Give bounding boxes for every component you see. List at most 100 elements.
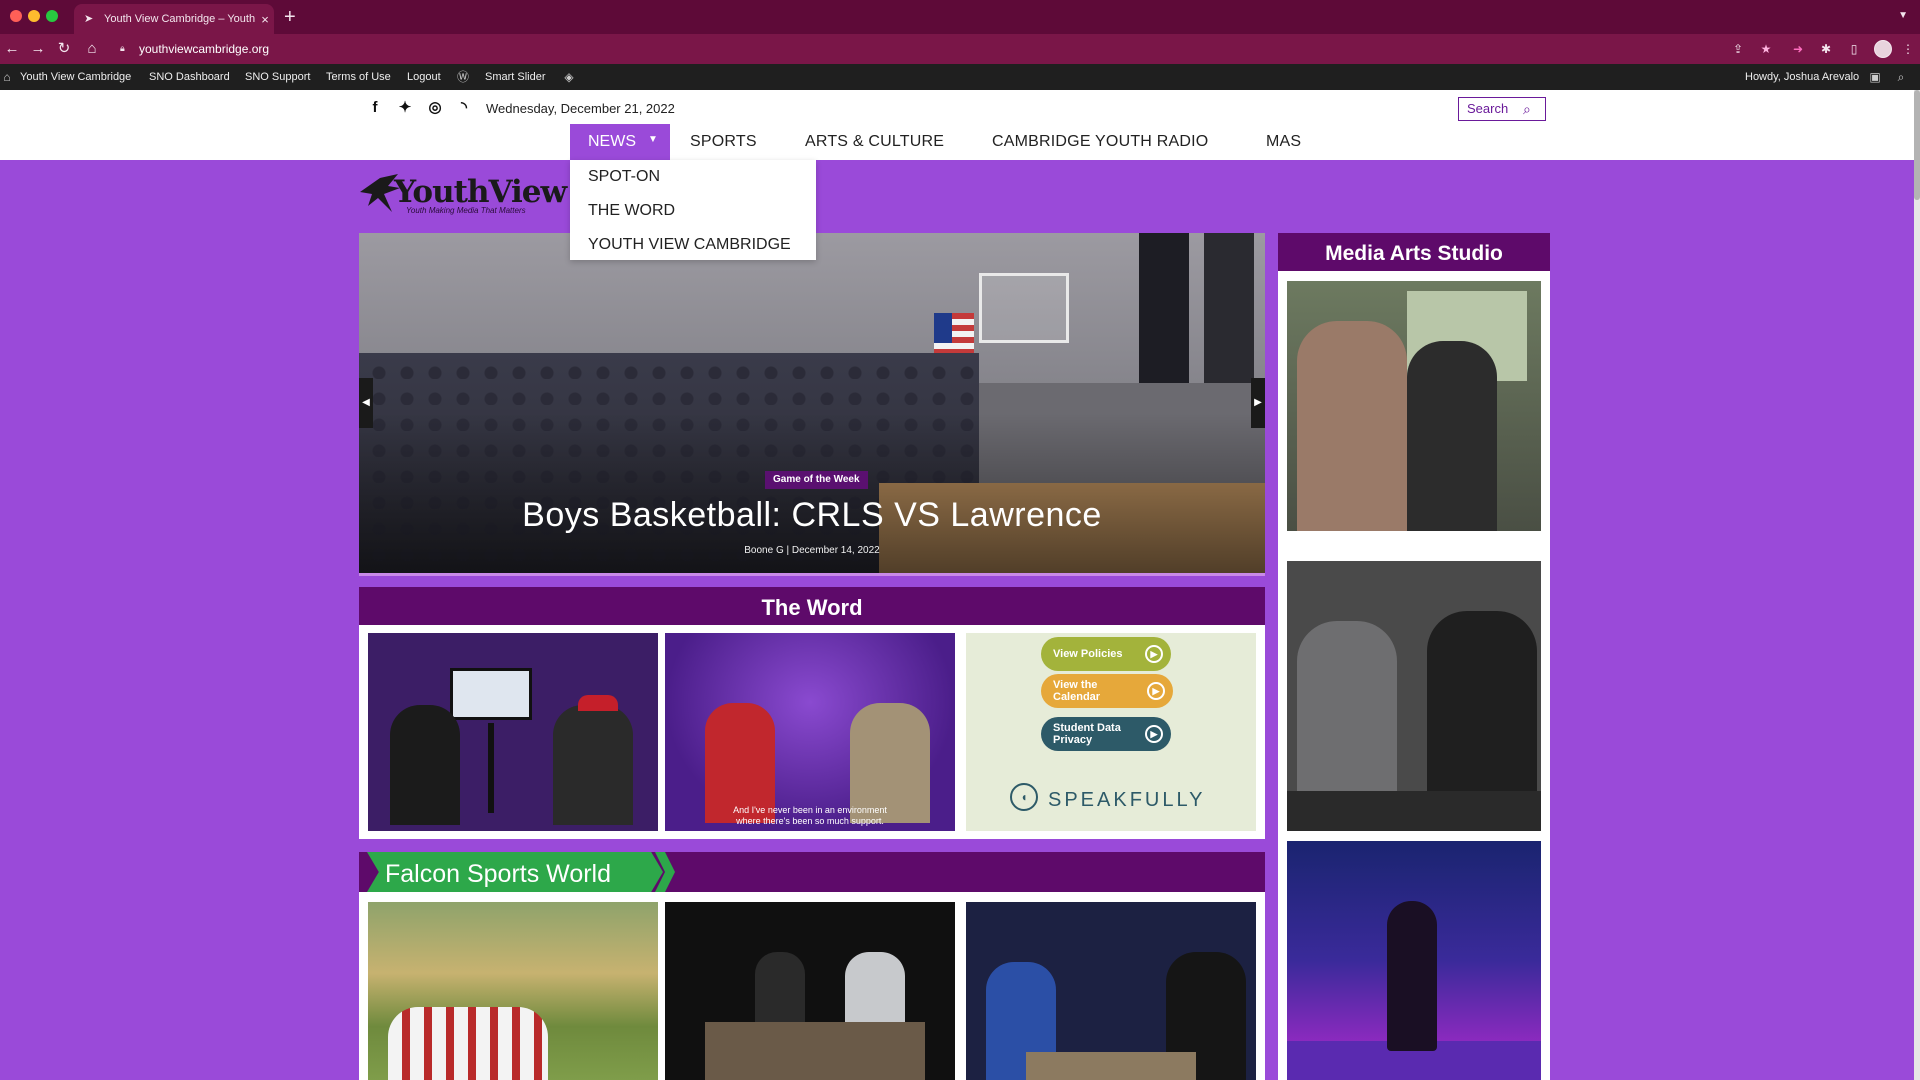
slider-next-icon[interactable]: ▶ bbox=[1251, 378, 1265, 428]
search-icon[interactable]: ⌕ bbox=[1523, 101, 1539, 117]
admin-smart-slider-link[interactable]: Smart Slider bbox=[485, 71, 546, 83]
admin-sno-support-link[interactable]: SNO Support bbox=[245, 71, 310, 83]
student-data-privacy-label: Student Data Privacy bbox=[1053, 722, 1121, 746]
site-logo[interactable]: YouthView Youth Making Media That Matter… bbox=[358, 172, 568, 220]
nav-mas[interactable]: MAS bbox=[1266, 133, 1301, 151]
hero-image-backboard bbox=[979, 273, 1069, 343]
search-box[interactable]: Search ⌕ bbox=[1458, 97, 1546, 121]
speakfully-logo-icon: ◖ bbox=[1010, 783, 1038, 811]
caption-line: where there's been so much support. bbox=[736, 816, 884, 826]
home-icon[interactable]: ⌂ bbox=[0, 70, 14, 84]
wp-admin-bar: ⌂ Youth View Cambridge SNO Dashboard SNO… bbox=[0, 64, 1920, 90]
diamond-icon[interactable]: ◈ bbox=[562, 70, 576, 84]
nav-sports[interactable]: SPORTS bbox=[690, 133, 757, 151]
hero-image-banner bbox=[1139, 233, 1189, 383]
address-bar[interactable]: youthviewcambridge.org bbox=[139, 42, 269, 56]
the-word-title[interactable]: The Word bbox=[359, 595, 1265, 621]
rss-icon[interactable]: ◝ bbox=[454, 98, 474, 118]
media-arts-studio-title[interactable]: Media Arts Studio bbox=[1278, 242, 1550, 266]
browser-menu-icon[interactable]: ⋮ bbox=[1900, 41, 1916, 57]
instagram-icon[interactable]: ◎ bbox=[425, 98, 445, 118]
browser-tab-bar: ➤ Youth View Cambridge – Youth × + ▼ bbox=[0, 0, 1920, 34]
slider-prev-icon[interactable]: ◀ bbox=[359, 378, 373, 428]
team-huddle bbox=[388, 1007, 548, 1080]
the-word-video-thumbnail[interactable] bbox=[368, 633, 658, 831]
new-tab-button[interactable]: + bbox=[284, 6, 296, 28]
admin-search-icon[interactable]: ⌕ bbox=[1894, 70, 1908, 84]
hero-category-badge[interactable]: Game of the Week bbox=[765, 471, 868, 489]
view-calendar-label: View the Calendar bbox=[1053, 679, 1101, 703]
dropdown-item-youth-view-cambridge[interactable]: YOUTH VIEW CAMBRIDGE bbox=[588, 236, 791, 254]
view-policies-button[interactable]: View Policies ▶ bbox=[1041, 637, 1171, 671]
mas-video-thumbnail[interactable] bbox=[1287, 281, 1541, 531]
minimize-window-button[interactable] bbox=[28, 10, 40, 22]
share-icon[interactable]: ⇪ bbox=[1730, 41, 1746, 57]
person-figure bbox=[390, 705, 460, 825]
speakfully-brand: SPEAKFULLY bbox=[1048, 789, 1206, 811]
wordpress-icon[interactable]: Ⓦ bbox=[456, 70, 470, 84]
dancer-figure bbox=[1387, 901, 1437, 1051]
tab-close-icon[interactable]: × bbox=[256, 12, 274, 27]
hero-title[interactable]: Boys Basketball: CRLS VS Lawrence bbox=[359, 496, 1265, 535]
browser-tab[interactable]: ➤ Youth View Cambridge – Youth × bbox=[74, 4, 274, 34]
the-word-header: The Word bbox=[359, 587, 1265, 625]
site-header bbox=[0, 90, 1920, 160]
page-scrollbar[interactable] bbox=[1914, 90, 1920, 1080]
sports-video-thumbnail[interactable] bbox=[966, 902, 1256, 1080]
mas-video-thumbnail[interactable] bbox=[1287, 841, 1541, 1080]
arrow-right-icon: ▶ bbox=[1147, 682, 1165, 700]
back-icon[interactable]: ← bbox=[2, 39, 22, 59]
sports-video-thumbnail[interactable] bbox=[368, 902, 658, 1080]
media-arts-studio-header: Media Arts Studio bbox=[1278, 233, 1550, 271]
extensions-puzzle-icon[interactable]: ✱ bbox=[1818, 41, 1834, 57]
tab-title: Youth View Cambridge – Youth bbox=[104, 13, 256, 25]
user-avatar-icon[interactable]: ▣ bbox=[1868, 70, 1882, 84]
person-figure bbox=[553, 705, 633, 825]
hero-underline bbox=[359, 573, 1265, 576]
logo-text: YouthView bbox=[394, 174, 567, 210]
scrollbar-thumb[interactable] bbox=[1914, 90, 1920, 200]
student-data-privacy-button[interactable]: Student Data Privacy ▶ bbox=[1041, 717, 1171, 751]
admin-sno-dashboard-link[interactable]: SNO Dashboard bbox=[149, 71, 230, 83]
tab-search-chevron-icon[interactable]: ▼ bbox=[1898, 10, 1908, 21]
facebook-icon[interactable]: f bbox=[365, 98, 385, 118]
sports-video-thumbnail[interactable] bbox=[665, 902, 955, 1080]
profile-avatar[interactable] bbox=[1874, 40, 1892, 58]
person-figure bbox=[755, 952, 805, 1032]
dropdown-item-the-word[interactable]: THE WORD bbox=[588, 202, 675, 220]
the-word-section: And I've never been in an environment wh… bbox=[359, 625, 1265, 839]
view-calendar-button[interactable]: View the Calendar ▶ bbox=[1041, 674, 1173, 708]
admin-site-link[interactable]: Youth View Cambridge bbox=[20, 71, 131, 83]
nav-arts-culture[interactable]: ARTS & CULTURE bbox=[805, 133, 944, 151]
twitter-icon[interactable]: ✦ bbox=[395, 98, 415, 118]
reload-icon[interactable]: ↻ bbox=[54, 39, 74, 59]
home-icon[interactable]: ⌂ bbox=[82, 39, 102, 59]
falcon-sports-world-title[interactable]: Falcon Sports World bbox=[385, 860, 611, 889]
speakfully-ad[interactable]: View Policies ▶ View the Calendar ▶ Stud… bbox=[966, 633, 1256, 831]
maximize-window-button[interactable] bbox=[46, 10, 58, 22]
hero-image-banner bbox=[1204, 233, 1254, 383]
tv-stand bbox=[488, 723, 494, 813]
person-figure bbox=[1407, 341, 1497, 531]
dropdown-item-spot-on[interactable]: SPOT-ON bbox=[588, 168, 660, 186]
nav-cambridge-youth-radio[interactable]: CAMBRIDGE YOUTH RADIO bbox=[992, 133, 1208, 151]
side-panel-icon[interactable]: ▯ bbox=[1846, 41, 1862, 57]
extension-arrow-icon[interactable]: ➜ bbox=[1790, 41, 1806, 57]
bookmark-star-icon[interactable]: ★ bbox=[1758, 41, 1774, 57]
caption-line: And I've never been in an environment bbox=[733, 805, 887, 815]
forward-icon[interactable]: → bbox=[28, 39, 48, 59]
mas-video-thumbnail[interactable] bbox=[1287, 561, 1541, 831]
nav-news-label: NEWS bbox=[588, 133, 636, 150]
admin-logout-link[interactable]: Logout bbox=[407, 71, 441, 83]
falcon-sports-world-section bbox=[359, 892, 1265, 1080]
nav-news[interactable]: NEWS ▼ bbox=[570, 124, 670, 160]
the-word-video-thumbnail[interactable]: And I've never been in an environment wh… bbox=[665, 633, 955, 831]
arrow-right-icon: ▶ bbox=[1145, 725, 1163, 743]
news-dropdown-menu: SPOT-ON THE WORD YOUTH VIEW CAMBRIDGE bbox=[570, 160, 816, 260]
close-window-button[interactable] bbox=[10, 10, 22, 22]
lock-icon[interactable]: 🔒︎ bbox=[120, 43, 129, 54]
hero-slider[interactable]: ◀ ▶ Game of the Week Boys Basketball: CR… bbox=[359, 233, 1265, 573]
admin-terms-link[interactable]: Terms of Use bbox=[326, 71, 391, 83]
hero-image-flag-canton bbox=[934, 313, 952, 343]
admin-greeting[interactable]: Howdy, Joshua Arevalo bbox=[1745, 71, 1859, 83]
